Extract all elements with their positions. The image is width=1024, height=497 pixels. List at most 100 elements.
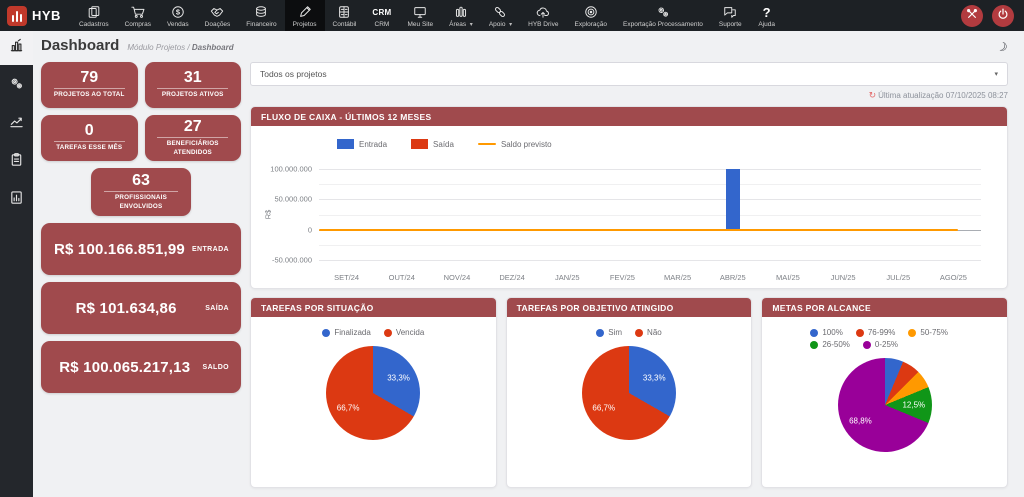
pie-graphic[interactable]: 33,3%66,7% <box>582 346 676 440</box>
legend-swatch <box>411 139 428 149</box>
project-filter-select[interactable]: Todos os projetos ▾ <box>250 62 1008 86</box>
nav-item-apoio[interactable]: Apoio ▾ <box>481 0 520 31</box>
stats-column: 79PROJETOS AO TOTAL31PROJETOS ATIVOS0TAR… <box>41 62 241 488</box>
logout-button[interactable] <box>992 5 1014 27</box>
y-tick-label: 100.000.000 <box>270 164 312 173</box>
sidebar-item-settings[interactable] <box>0 69 33 103</box>
breadcrumb: Módulo Projetos / Dashboard <box>127 43 233 52</box>
stat-divider <box>54 141 125 142</box>
legend-dot <box>635 329 643 337</box>
stat-label: PROFISSIONAIS ENVOLVIDOS <box>98 194 184 210</box>
pencil-icon <box>298 5 312 20</box>
money-value: R$ 100.166.851,99 <box>47 241 192 258</box>
sidebar-item-tasks[interactable] <box>0 145 33 179</box>
nav-item-cont-bil[interactable]: Contábil <box>325 0 365 31</box>
nav-item-label: Vendas <box>167 21 189 28</box>
x-tick-label: DEZ/24 <box>499 273 524 282</box>
stat-label: BENEFICIÁRIOS ATENDIDOS <box>150 140 236 156</box>
x-tick-label: FEV/25 <box>610 273 635 282</box>
nav-item-financeiro[interactable]: Financeiro <box>238 0 284 31</box>
stat-divider <box>54 88 125 89</box>
handshake-icon <box>210 5 224 20</box>
legend-label: 0-25% <box>875 340 898 349</box>
stat-cards-grid: 79PROJETOS AO TOTAL31PROJETOS ATIVOS0TAR… <box>41 62 241 161</box>
legend-label: 50-75% <box>920 328 948 337</box>
nav-item-vendas[interactable]: $Vendas <box>159 0 197 31</box>
pie-panel-title: METAS POR ALCANCE <box>762 298 1007 317</box>
nav-item-label: Exportação Processamento <box>623 21 703 28</box>
legend-dot <box>863 341 871 349</box>
gridline <box>319 184 981 185</box>
nav-item-exporta-o-processamento[interactable]: Exportação Processamento <box>615 0 711 31</box>
top-navbar: HYB CadastrosCompras$VendasDoaçõesFinanc… <box>0 0 1024 31</box>
pie-graphic[interactable]: 12,5%68,8% <box>838 358 932 452</box>
caret-down-icon: ▾ <box>468 22 473 28</box>
x-tick-label: ABR/25 <box>720 273 746 282</box>
gridline: 50.000.000 <box>319 199 981 200</box>
stat-divider <box>104 191 178 192</box>
nav-item-crm[interactable]: CRMCRM <box>364 0 399 31</box>
navbar-menu: CadastrosCompras$VendasDoaçõesFinanceiro… <box>71 0 784 31</box>
sidebar-item-reports[interactable] <box>0 183 33 217</box>
hyb-logo[interactable]: HYB <box>7 6 61 26</box>
legend-label: Saldo previsto <box>501 140 552 149</box>
legend-label: Sim <box>608 328 622 337</box>
sidebar-item-dashboard[interactable] <box>0 31 33 65</box>
x-tick-label: JUL/25 <box>886 273 910 282</box>
nav-item-label: Meu Site <box>408 21 434 28</box>
moon-icon[interactable]: ☾ <box>995 38 1010 55</box>
legend-item: Finalizada <box>322 328 370 337</box>
legend-item: Entrada <box>337 139 387 149</box>
money-value: R$ 100.065.217,13 <box>47 359 203 376</box>
chat-icon <box>723 5 737 20</box>
pie-chart: SimNão 33,3%66,7% <box>507 317 752 487</box>
question-icon: ? <box>763 5 771 20</box>
legend-label: 100% <box>822 328 842 337</box>
nav-item-label: Exploração <box>574 21 607 28</box>
money-card-saldo: R$ 100.065.217,13SALDO <box>41 341 241 393</box>
hyb-logo-icon <box>7 6 27 26</box>
x-tick-label: JUN/25 <box>831 273 856 282</box>
nav-item-doa-es[interactable]: Doações <box>197 0 239 31</box>
nav-item-compras[interactable]: Compras <box>117 0 159 31</box>
refresh-icon[interactable]: ↻ <box>869 90 877 100</box>
gears-icon <box>656 5 670 20</box>
legend-item: 26-50% <box>810 340 850 349</box>
stat-label: PROJETOS AO TOTAL <box>54 91 125 99</box>
nav-item-projetos[interactable]: Projetos <box>285 0 325 31</box>
y-tick-label: -50.000.000 <box>272 256 312 265</box>
chevron-down-icon: ▾ <box>994 70 998 78</box>
bar-entrada-abr-25[interactable] <box>726 169 740 230</box>
nav-item-suporte[interactable]: Suporte <box>711 0 750 31</box>
pie-legend: SimNão <box>507 317 752 337</box>
nav-item-hyb-drive[interactable]: HYB Drive <box>520 0 566 31</box>
navbar-right-buttons <box>961 5 1014 27</box>
nav-item-cadastros[interactable]: Cadastros <box>71 0 117 31</box>
main-content: Dashboard Módulo Projetos / Dashboard ☾ … <box>33 31 1024 497</box>
nav-item-meu-site[interactable]: Meu Site <box>400 0 442 31</box>
left-sidebar <box>0 31 33 497</box>
pie-panel-title: TAREFAS POR SITUAÇÃO <box>251 298 496 317</box>
clipboard-icon <box>9 152 24 172</box>
legend-label: Vencida <box>396 328 424 337</box>
y-tick-label: 0 <box>308 225 312 234</box>
nav-item--reas[interactable]: Áreas ▾ <box>441 0 481 31</box>
stat-value: 31 <box>184 70 202 86</box>
legend-item: Sim <box>596 328 622 337</box>
legend-dot <box>908 329 916 337</box>
cashflow-chart: EntradaSaídaSaldo previsto R$ Meses 100.… <box>251 126 1007 288</box>
nav-item-label: Suporte <box>719 21 742 28</box>
coins-icon <box>254 5 268 20</box>
tools-button[interactable] <box>961 5 983 27</box>
page-title: Dashboard <box>41 37 119 54</box>
pie-slice-label: 33,3% <box>387 374 410 383</box>
sidebar-item-growth[interactable] <box>0 107 33 141</box>
pie-graphic[interactable]: 33,3%66,7% <box>326 346 420 440</box>
stat-card: 27BENEFICIÁRIOS ATENDIDOS <box>145 115 242 161</box>
pie-legend: Finalizada Vencida <box>251 317 496 337</box>
legend-item: 50-75% <box>908 328 948 337</box>
nav-item-ajuda[interactable]: ?Ajuda <box>750 0 784 31</box>
legend-swatch <box>337 139 354 149</box>
nav-item-explora-o[interactable]: Exploração <box>566 0 615 31</box>
stat-card: 0TAREFAS ESSE MÊS <box>41 115 138 161</box>
